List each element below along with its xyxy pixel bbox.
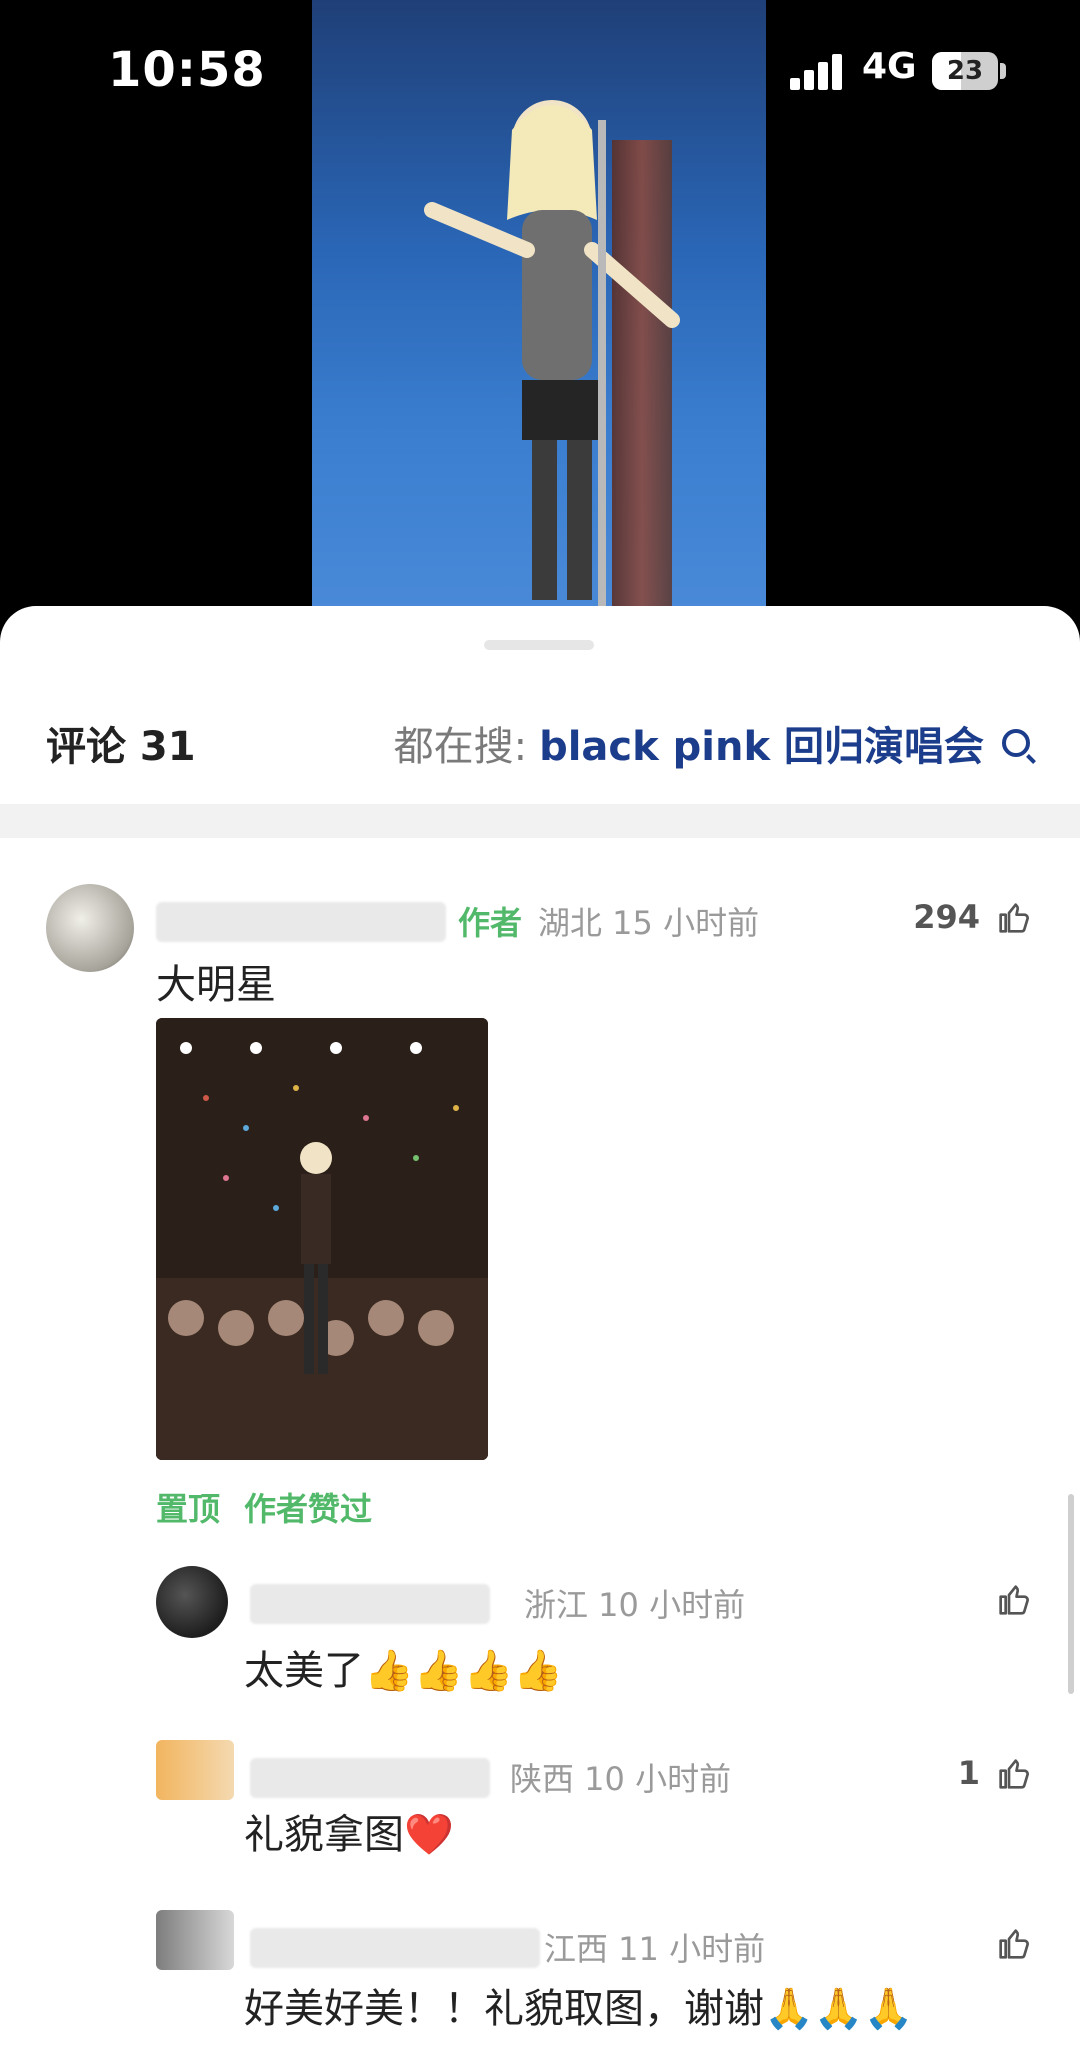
section-divider	[0, 804, 1080, 838]
reply-meta: 陕西 10 小时前	[510, 1760, 732, 1798]
scrollbar[interactable]	[1068, 1494, 1074, 1694]
author-liked-label: 作者赞过	[244, 1490, 373, 1528]
network-label: 4G	[862, 46, 917, 87]
reply-text: 太美了👍👍👍👍	[244, 1648, 564, 1694]
drag-handle[interactable]	[484, 640, 594, 650]
avatar[interactable]	[156, 1910, 234, 1970]
battery-tip	[1000, 63, 1006, 79]
status-time: 10:58	[108, 42, 266, 98]
username-redacted[interactable]	[250, 1758, 490, 1798]
thumbs-up-icon[interactable]	[994, 1924, 1034, 1964]
avatar[interactable]	[156, 1566, 228, 1638]
comment-image[interactable]	[156, 1018, 488, 1460]
comment-badges: 置顶 作者赞过	[156, 1484, 372, 1530]
search-prefix: 都在搜:	[393, 724, 528, 770]
comment-meta: 湖北 15 小时前	[538, 904, 760, 942]
status-bar: 10:58 4G 23	[0, 0, 1080, 150]
comments-sheet: 评论 31 都在搜: black pink 回归演唱会 作者 湖北 15 小时前…	[0, 606, 1080, 2052]
thumbs-up-icon[interactable]	[994, 1754, 1034, 1794]
like-count: 294	[913, 898, 980, 936]
username-redacted[interactable]	[250, 1928, 540, 1968]
battery-level: 23	[946, 56, 984, 86]
like-count: 1	[957, 1754, 980, 1792]
reply-text: 好美好美！！礼貌取图，谢谢🙏🙏🙏	[244, 1986, 914, 2032]
reply-meta: 浙江 10 小时前	[524, 1586, 746, 1624]
signal-icon	[790, 54, 846, 90]
author-badge: 作者	[458, 904, 523, 942]
username-redacted[interactable]	[156, 902, 446, 942]
pinned-label: 置顶	[156, 1490, 221, 1528]
video-preview[interactable]: 10:58 4G 23	[0, 0, 1080, 640]
comments-count-title: 评论 31	[46, 724, 196, 770]
reply-meta: 江西 11 小时前	[544, 1930, 766, 1968]
search-icon[interactable]	[1002, 729, 1030, 757]
search-term-link[interactable]: black pink 回归演唱会	[539, 714, 984, 772]
concert-image	[156, 1018, 488, 1460]
comments-header: 评论 31 都在搜: black pink 回归演唱会	[0, 696, 1080, 816]
reply-text: 礼貌拿图❤️	[244, 1812, 454, 1858]
avatar[interactable]	[156, 1740, 234, 1800]
thumbs-up-icon[interactable]	[994, 898, 1034, 938]
trending-search[interactable]: 都在搜: black pink 回归演唱会	[394, 714, 1030, 772]
battery-icon: 23	[932, 52, 998, 90]
avatar[interactable]	[46, 884, 134, 972]
username-redacted[interactable]	[250, 1584, 490, 1624]
comment-text: 大明星	[156, 962, 276, 1008]
thumbs-up-icon[interactable]	[994, 1580, 1034, 1620]
